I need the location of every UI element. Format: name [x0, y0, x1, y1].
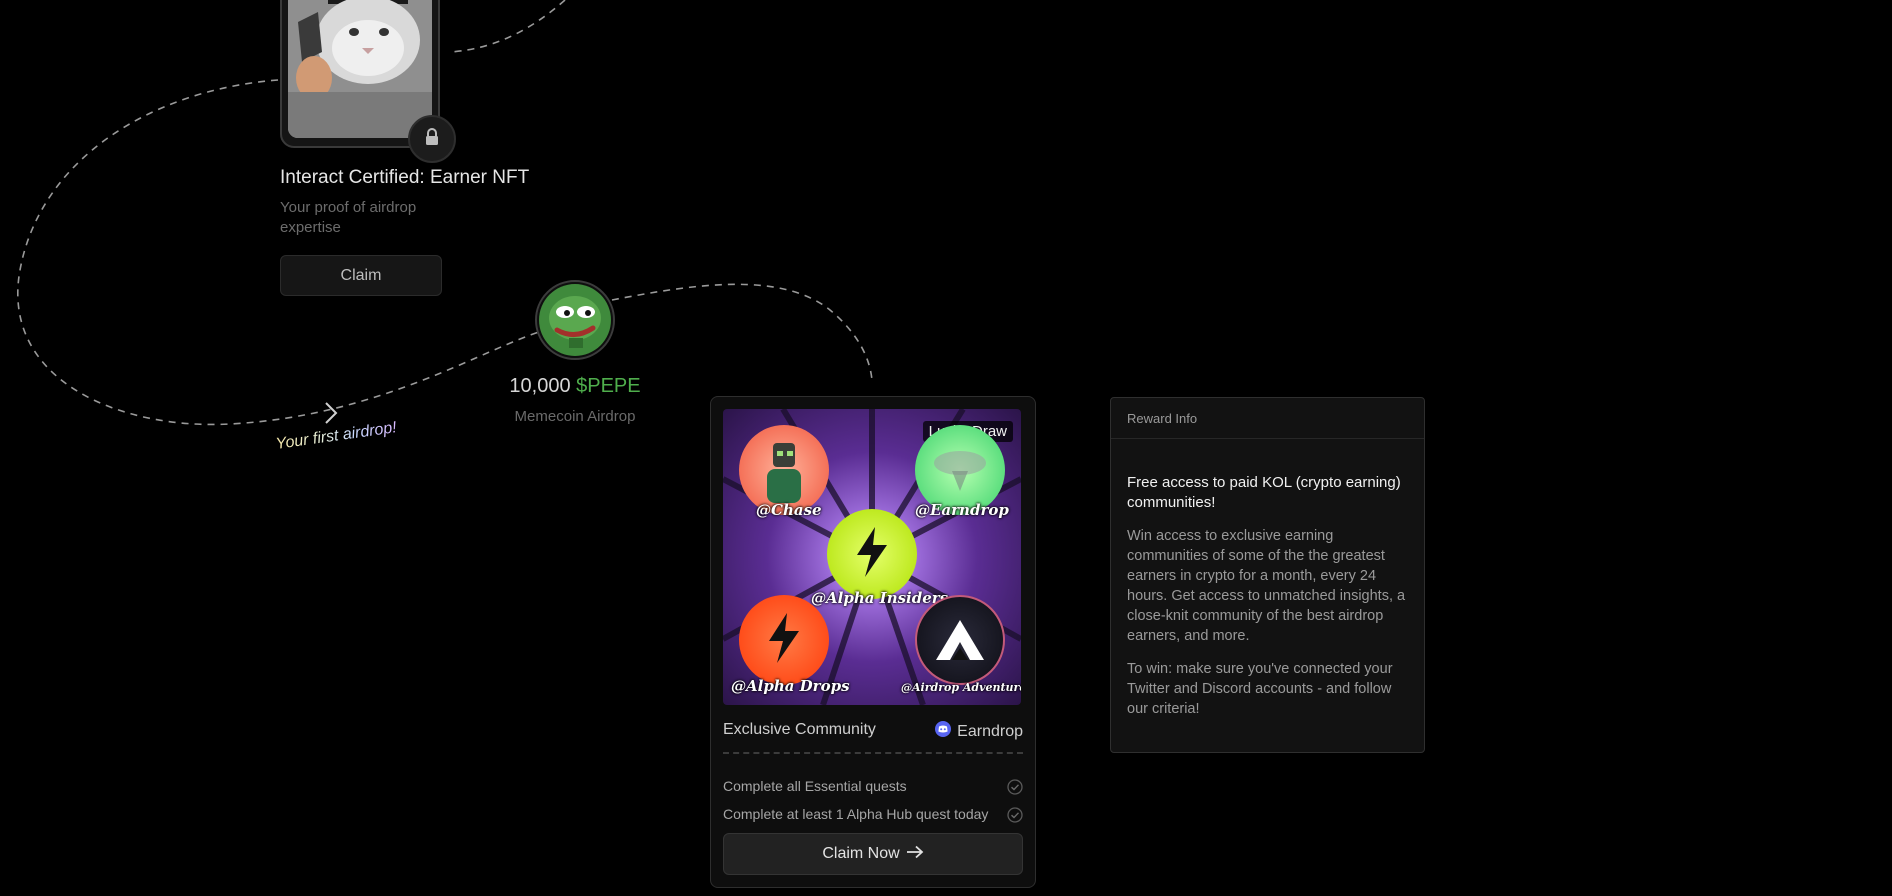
- airdrop-subtitle: Memecoin Airdrop: [514, 408, 636, 425]
- nft-cat-image: [288, 0, 432, 138]
- reward-info-description: Win access to exclusive earning communit…: [1127, 528, 1406, 644]
- reward-info-header: Reward Info: [1111, 398, 1424, 439]
- claim-now-label: Claim Now: [822, 845, 900, 862]
- lightning-icon: [767, 612, 801, 668]
- airdrop-adventure-avatar: [915, 595, 1005, 685]
- discord-server-name: Earndrop: [957, 722, 1023, 740]
- airdrop-token: $PEPE: [576, 375, 641, 397]
- arrow-right-icon: [906, 845, 924, 864]
- nft-subtitle: Your proof of airdrop expertise: [280, 199, 417, 236]
- lock-button[interactable]: [408, 115, 456, 163]
- community-artwork: Lucky Draw @Chase @Earndrop @Alpha Insid…: [723, 409, 1021, 705]
- requirement-text: Complete all Essential quests: [723, 778, 907, 794]
- reward-info-criteria: To win: make sure you've connected your …: [1127, 661, 1393, 717]
- nft-claim-button[interactable]: Claim: [280, 255, 442, 296]
- community-label-chase: @Chase: [756, 501, 822, 519]
- discord-icon: [935, 721, 952, 742]
- chevron-right-icon: [325, 402, 338, 424]
- requirement-item: Complete all Essential quests: [723, 778, 1023, 795]
- community-label-alpha-drops: @Alpha Drops: [731, 677, 850, 695]
- lightning-icon: [855, 526, 889, 582]
- reward-info-panel: Reward Info Free access to paid KOL (cry…: [1110, 397, 1425, 753]
- airdrop-amount: 10,000 $PEPE: [500, 375, 650, 398]
- alpha-drops-avatar: [739, 595, 829, 685]
- reward-info-title: Free access to paid KOL (crypto earning)…: [1127, 474, 1401, 511]
- check-icon: [1007, 779, 1023, 798]
- requirement-item: Complete at least 1 Alpha Hub quest toda…: [723, 806, 1023, 823]
- pepe-token-icon: [535, 280, 615, 360]
- alpha-insiders-avatar: [827, 509, 917, 599]
- community-label-airdrop-adventure: @Airdrop Adventure: [901, 681, 1021, 694]
- lock-icon: [424, 127, 440, 151]
- reward-card: Lucky Draw @Chase @Earndrop @Alpha Insid…: [710, 396, 1036, 888]
- requirement-text: Complete at least 1 Alpha Hub quest toda…: [723, 806, 989, 822]
- nft-title: Interact Certified: Earner NFT: [280, 167, 530, 188]
- community-label-alpha-insiders: @Alpha Insiders: [811, 589, 949, 607]
- reward-type-label: Exclusive Community: [723, 721, 876, 738]
- airdrop-amount-value: 10,000: [509, 375, 571, 397]
- check-icon: [1007, 807, 1023, 826]
- card-divider: [723, 752, 1023, 754]
- claim-now-button[interactable]: Claim Now: [723, 833, 1023, 875]
- community-label-earndrop: @Earndrop: [915, 501, 1009, 519]
- reward-type-row: Exclusive Community Earndrop: [723, 721, 1023, 743]
- discord-server[interactable]: Earndrop: [935, 721, 1023, 742]
